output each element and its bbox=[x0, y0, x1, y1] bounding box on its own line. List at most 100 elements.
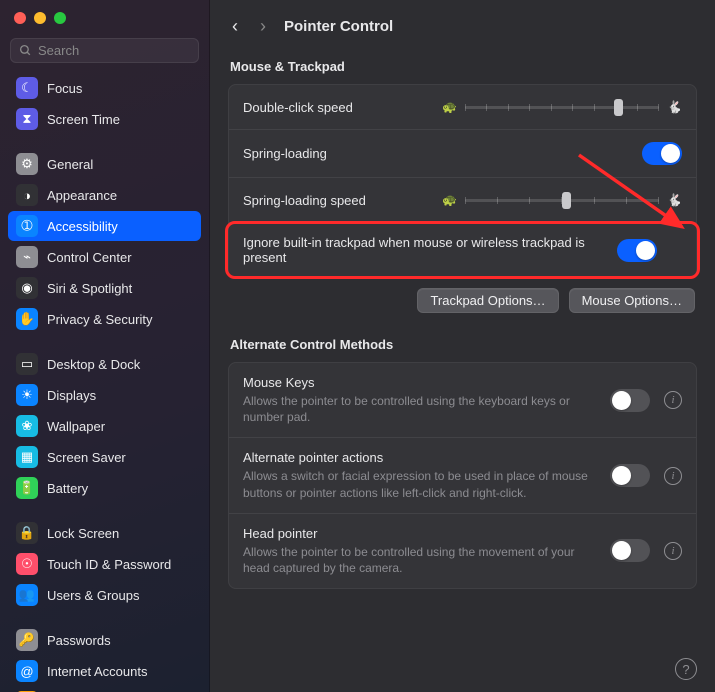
mouse-trackpad-panel: Double-click speed 🐢 🐇 Spring-loading Sp… bbox=[228, 84, 697, 278]
sidebar-icon: ⚙ bbox=[16, 153, 38, 175]
sidebar-item-label: General bbox=[47, 157, 93, 172]
sidebar-item-battery[interactable]: 🔋 Battery bbox=[8, 473, 201, 503]
spring-loading-toggle[interactable] bbox=[642, 142, 682, 165]
close-window-button[interactable] bbox=[14, 12, 26, 24]
sidebar: Search ☾ Focus ⧗ Screen Time ⚙ General ◑ Appear… bbox=[0, 0, 210, 692]
sidebar-icon: ⌁ bbox=[16, 246, 38, 268]
search-placeholder: Search bbox=[38, 43, 79, 58]
sidebar-item-label: Displays bbox=[47, 388, 96, 403]
back-button[interactable]: ‹ bbox=[228, 14, 242, 39]
sidebar-icon: @ bbox=[16, 660, 38, 682]
slow-icon: 🐢 bbox=[442, 193, 457, 207]
sidebar-icon: ➀ bbox=[16, 215, 38, 237]
sidebar-item-label: Passwords bbox=[47, 633, 111, 648]
spring-loading-label: Spring-loading bbox=[243, 146, 628, 161]
row-title: Mouse Keys bbox=[243, 375, 596, 390]
options-button-row: Trackpad Options… Mouse Options… bbox=[228, 278, 697, 317]
content-header: ‹ › Pointer Control bbox=[228, 10, 697, 53]
sidebar-icon: 👥 bbox=[16, 584, 38, 606]
sidebar-item-internet-accounts[interactable]: @ Internet Accounts bbox=[8, 656, 201, 686]
spring-loading-speed-slider[interactable] bbox=[465, 190, 659, 210]
sidebar-item-privacy-security[interactable]: ✋ Privacy & Security bbox=[8, 304, 201, 334]
sidebar-item-label: Touch ID & Password bbox=[47, 557, 171, 572]
sidebar-icon: ◑ bbox=[16, 184, 38, 206]
sidebar-item-passwords[interactable]: 🔑 Passwords bbox=[8, 625, 201, 655]
row-description: Allows the pointer to be controlled usin… bbox=[243, 544, 596, 576]
sidebar-icon: ▭ bbox=[16, 353, 38, 375]
sidebar-item-general[interactable]: ⚙ General bbox=[8, 149, 201, 179]
sidebar-item-label: Battery bbox=[47, 481, 88, 496]
row-description: Allows the pointer to be controlled usin… bbox=[243, 393, 596, 425]
double-click-speed-row: Double-click speed 🐢 🐇 bbox=[229, 85, 696, 130]
sidebar-item-label: Internet Accounts bbox=[47, 664, 147, 679]
sidebar-item-accessibility[interactable]: ➀ Accessibility bbox=[8, 211, 201, 241]
ignore-trackpad-toggle[interactable] bbox=[617, 239, 657, 262]
sidebar-item-label: Desktop & Dock bbox=[47, 357, 140, 372]
toggle[interactable] bbox=[610, 539, 650, 562]
info-icon[interactable]: i bbox=[664, 542, 682, 560]
info-icon[interactable]: i bbox=[664, 391, 682, 409]
page-title: Pointer Control bbox=[284, 18, 393, 35]
sidebar-item-label: Focus bbox=[47, 81, 82, 96]
sidebar-list[interactable]: ☾ Focus ⧗ Screen Time ⚙ General ◑ Appearance ➀ Ac… bbox=[0, 73, 209, 692]
sidebar-icon: ☾ bbox=[16, 77, 38, 99]
sidebar-item-desktop-dock[interactable]: ▭ Desktop & Dock bbox=[8, 349, 201, 379]
sidebar-item-displays[interactable]: ☀ Displays bbox=[8, 380, 201, 410]
sidebar-item-control-center[interactable]: ⌁ Control Center bbox=[8, 242, 201, 272]
section-mouse-trackpad-title: Mouse & Trackpad bbox=[228, 53, 697, 84]
head-pointer-row: Head pointer Allows the pointer to be con… bbox=[229, 514, 696, 588]
sidebar-icon: ◉ bbox=[16, 277, 38, 299]
sidebar-item-label: Siri & Spotlight bbox=[47, 281, 132, 296]
double-click-speed-slider[interactable] bbox=[465, 97, 659, 117]
section-alternate-title: Alternate Control Methods bbox=[228, 331, 697, 362]
help-button[interactable]: ? bbox=[675, 658, 697, 680]
spring-loading-row: Spring-loading bbox=[229, 130, 696, 178]
sidebar-item-label: Users & Groups bbox=[47, 588, 139, 603]
mouse-options-button[interactable]: Mouse Options… bbox=[569, 288, 695, 313]
zoom-window-button[interactable] bbox=[54, 12, 66, 24]
sidebar-icon: ✋ bbox=[16, 308, 38, 330]
main-content: ‹ › Pointer Control Mouse & Trackpad Dou… bbox=[210, 0, 715, 692]
sidebar-item-label: Accessibility bbox=[47, 219, 118, 234]
sidebar-icon: 🔋 bbox=[16, 477, 38, 499]
sidebar-item-focus[interactable]: ☾ Focus bbox=[8, 73, 201, 103]
sidebar-item-label: Lock Screen bbox=[47, 526, 119, 541]
sidebar-icon: ▦ bbox=[16, 446, 38, 468]
sidebar-item-label: Appearance bbox=[47, 188, 117, 203]
toggle[interactable] bbox=[610, 389, 650, 412]
sidebar-icon: ☀ bbox=[16, 384, 38, 406]
sidebar-item-screen-saver[interactable]: ▦ Screen Saver bbox=[8, 442, 201, 472]
row-title: Alternate pointer actions bbox=[243, 450, 596, 465]
sidebar-icon: ⧗ bbox=[16, 108, 38, 130]
row-description: Allows a switch or facial expression to … bbox=[243, 468, 596, 500]
search-input[interactable]: Search bbox=[10, 38, 199, 63]
sidebar-item-appearance[interactable]: ◑ Appearance bbox=[8, 180, 201, 210]
forward-button: › bbox=[256, 14, 270, 39]
sidebar-item-siri-spotlight[interactable]: ◉ Siri & Spotlight bbox=[8, 273, 201, 303]
sidebar-icon: ❀ bbox=[16, 415, 38, 437]
info-icon[interactable]: i bbox=[664, 467, 682, 485]
alternate-pointer-actions-row: Alternate pointer actions Allows a switch… bbox=[229, 438, 696, 513]
toggle[interactable] bbox=[610, 464, 650, 487]
spring-loading-speed-row: Spring-loading speed 🐢 🐇 bbox=[229, 178, 696, 223]
sidebar-item-label: Privacy & Security bbox=[47, 312, 152, 327]
minimize-window-button[interactable] bbox=[34, 12, 46, 24]
sidebar-item-screen-time[interactable]: ⧗ Screen Time bbox=[8, 104, 201, 134]
search-icon bbox=[19, 44, 32, 57]
mouse-keys-row: Mouse Keys Allows the pointer to be contr… bbox=[229, 363, 696, 438]
sidebar-item-label: Wallpaper bbox=[47, 419, 105, 434]
sidebar-item-label: Control Center bbox=[47, 250, 132, 265]
sidebar-icon: 🔑 bbox=[16, 629, 38, 651]
double-click-speed-label: Double-click speed bbox=[243, 100, 428, 115]
sidebar-item-users-groups[interactable]: 👥 Users & Groups bbox=[8, 580, 201, 610]
row-title: Head pointer bbox=[243, 526, 596, 541]
sidebar-item-label: Screen Saver bbox=[47, 450, 126, 465]
sidebar-item-touch-id-password[interactable]: ☉Touch ID & Password bbox=[8, 549, 201, 579]
sidebar-item-game-center[interactable]: ◆Game Center bbox=[8, 687, 201, 692]
sidebar-item-lock-screen[interactable]: 🔒 Lock Screen bbox=[8, 518, 201, 548]
fast-icon: 🐇 bbox=[667, 193, 682, 207]
sidebar-icon: 🔒 bbox=[16, 522, 38, 544]
trackpad-options-button[interactable]: Trackpad Options… bbox=[417, 288, 558, 313]
sidebar-item-wallpaper[interactable]: ❀ Wallpaper bbox=[8, 411, 201, 441]
sidebar-item-label: Screen Time bbox=[47, 112, 120, 127]
